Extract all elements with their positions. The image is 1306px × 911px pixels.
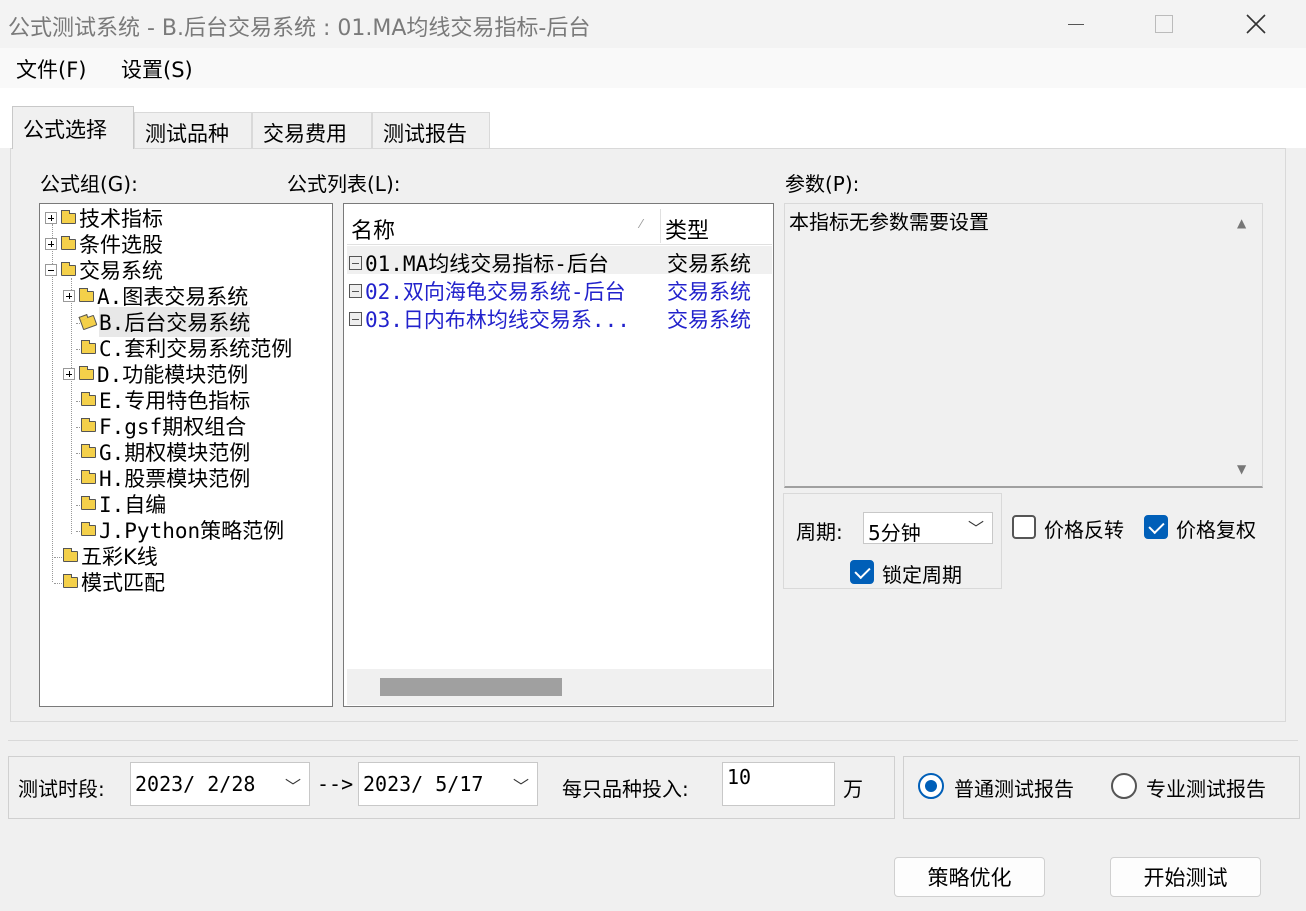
tree-item[interactable]: E.专用特色指标 (81, 387, 250, 413)
tab-test-symbols[interactable]: 测试品种 (134, 112, 252, 148)
tree-item[interactable]: J.Python策略范例 (81, 517, 284, 543)
folder-icon (81, 417, 96, 432)
normal-report-label: 普通测试报告 (954, 777, 1074, 801)
menu-settings[interactable]: 设置(S) (115, 54, 199, 84)
column-header-name[interactable]: 名称 (351, 213, 395, 245)
tab-test-report[interactable]: 测试报告 (372, 112, 490, 148)
scroll-up-icon[interactable]: ▲ (1237, 216, 1246, 230)
sort-icon: ⁄ (640, 217, 643, 231)
close-button[interactable] (1210, 0, 1302, 48)
expand-icon[interactable] (63, 290, 75, 302)
tree-item[interactable]: 条件选股 (45, 231, 163, 257)
price-adjust-label: 价格复权 (1176, 518, 1256, 542)
invest-unit: 万 (843, 777, 863, 801)
tree-connector (71, 278, 72, 534)
title-bar: 公式测试系统 - B.后台交易系统 : 01.MA均线交易指标-后台 (0, 0, 1306, 48)
start-date-picker[interactable]: 2023/ 2/28 ﹀ (130, 762, 310, 806)
formula-file-icon (349, 312, 362, 326)
folder-icon (63, 547, 78, 562)
range-arrow: --> (317, 772, 354, 796)
price-adjust-checkbox[interactable] (1144, 515, 1168, 539)
menu-file[interactable]: 文件(F) (10, 54, 92, 84)
formula-file-icon (349, 256, 362, 270)
start-test-button[interactable]: 开始测试 (1110, 857, 1261, 897)
folder-icon (81, 495, 96, 510)
tree-item[interactable]: 五彩K线 (63, 543, 158, 569)
params-panel: 本指标无参数需要设置 ▲ ▼ (784, 203, 1263, 488)
invest-input[interactable]: 10 (722, 762, 835, 806)
tree-item[interactable]: D.功能模块范例 (63, 361, 248, 387)
invest-label: 每只品种投入: (562, 777, 689, 801)
price-reverse-label: 价格反转 (1044, 518, 1124, 542)
chevron-down-icon: ﹀ (967, 519, 984, 538)
pro-report-label: 专业测试报告 (1146, 777, 1266, 801)
maximize-button[interactable] (1118, 0, 1210, 48)
collapse-icon[interactable] (45, 264, 57, 276)
tree-item[interactable]: 技术指标 (45, 205, 163, 231)
test-range-label: 测试时段: (18, 777, 105, 801)
folder-icon (63, 573, 78, 588)
formula-row[interactable]: 03.日内布林均线交易系... 交易系统 (347, 302, 772, 332)
folder-icon (81, 469, 96, 484)
period-label: 周期: (796, 520, 843, 544)
maximize-icon (1155, 15, 1173, 33)
formula-list[interactable]: 名称 ⁄ 类型 01.MA均线交易指标-后台 交易系统 02.双向海龟交易系统-… (343, 203, 774, 707)
tree-item[interactable]: A.图表交易系统 (63, 283, 248, 309)
folder-selected-icon (79, 314, 98, 330)
lock-period-checkbox[interactable] (850, 560, 874, 584)
expand-icon[interactable] (45, 212, 57, 224)
end-date-picker[interactable]: 2023/ 5/17 ﹀ (358, 762, 538, 806)
tree-item[interactable]: I.自编 (81, 491, 166, 517)
scrollbar-thumb[interactable] (380, 678, 562, 696)
tree-item[interactable]: G.期权模块范例 (81, 439, 250, 465)
period-select[interactable]: 5分钟 ﹀ (863, 512, 993, 545)
folder-open-icon (61, 261, 76, 276)
tree-item[interactable]: H.股票模块范例 (81, 465, 250, 491)
tab-formula-select[interactable]: 公式选择 (12, 106, 134, 149)
folder-icon (79, 287, 94, 302)
formula-row[interactable]: 02.双向海龟交易系统-后台 交易系统 (347, 274, 772, 304)
divider (8, 740, 1298, 741)
scroll-down-icon[interactable]: ▼ (1237, 462, 1246, 476)
folder-icon (81, 443, 96, 458)
tree-item[interactable]: 交易系统 (45, 257, 163, 283)
optimize-button[interactable]: 策略优化 (894, 857, 1045, 897)
column-separator[interactable] (660, 209, 661, 243)
lock-period-label: 锁定周期 (882, 563, 962, 587)
close-icon (1246, 14, 1266, 34)
formula-row[interactable]: 01.MA均线交易指标-后台 交易系统 (347, 246, 772, 276)
folder-icon (81, 521, 96, 536)
tree-item[interactable]: F.gsf期权组合 (81, 413, 246, 439)
folder-icon (81, 339, 96, 354)
folder-icon (79, 365, 94, 380)
minimize-button[interactable] (1030, 0, 1122, 48)
chevron-down-icon: ﹀ (512, 777, 529, 796)
folder-icon (61, 209, 76, 224)
formula-group-label: 公式组(G): (40, 172, 138, 196)
column-header-type[interactable]: 类型 (665, 213, 709, 245)
pro-report-radio[interactable] (1111, 773, 1137, 799)
price-reverse-checkbox[interactable] (1012, 515, 1036, 539)
expand-icon[interactable] (45, 238, 57, 250)
params-text: 本指标无参数需要设置 (789, 210, 989, 234)
formula-file-icon (349, 284, 362, 298)
tree-item[interactable]: C.套利交易系统范例 (81, 335, 292, 361)
tab-trade-fees[interactable]: 交易费用 (252, 112, 372, 148)
params-label: 参数(P): (785, 172, 860, 196)
folder-icon (61, 235, 76, 250)
tree-item[interactable]: 模式匹配 (63, 569, 165, 595)
horizontal-scrollbar[interactable] (347, 669, 772, 705)
normal-report-radio[interactable] (918, 773, 944, 799)
folder-icon (81, 391, 96, 406)
formula-list-header: 名称 ⁄ 类型 (347, 207, 772, 245)
menu-bar: 文件(F) 设置(S) (0, 48, 1306, 88)
expand-icon[interactable] (63, 368, 75, 380)
chevron-down-icon: ﹀ (284, 777, 301, 796)
formula-group-tree[interactable]: 技术指标 条件选股 交易系统 A.图表交易系统 B.后台交易系统 C.套利交易系… (39, 203, 333, 707)
window-title: 公式测试系统 - B.后台交易系统 : 01.MA均线交易指标-后台 (8, 16, 591, 41)
minimize-icon (1068, 23, 1084, 25)
tree-item-selected[interactable]: B.后台交易系统 (79, 307, 251, 337)
formula-list-label: 公式列表(L): (287, 172, 401, 196)
